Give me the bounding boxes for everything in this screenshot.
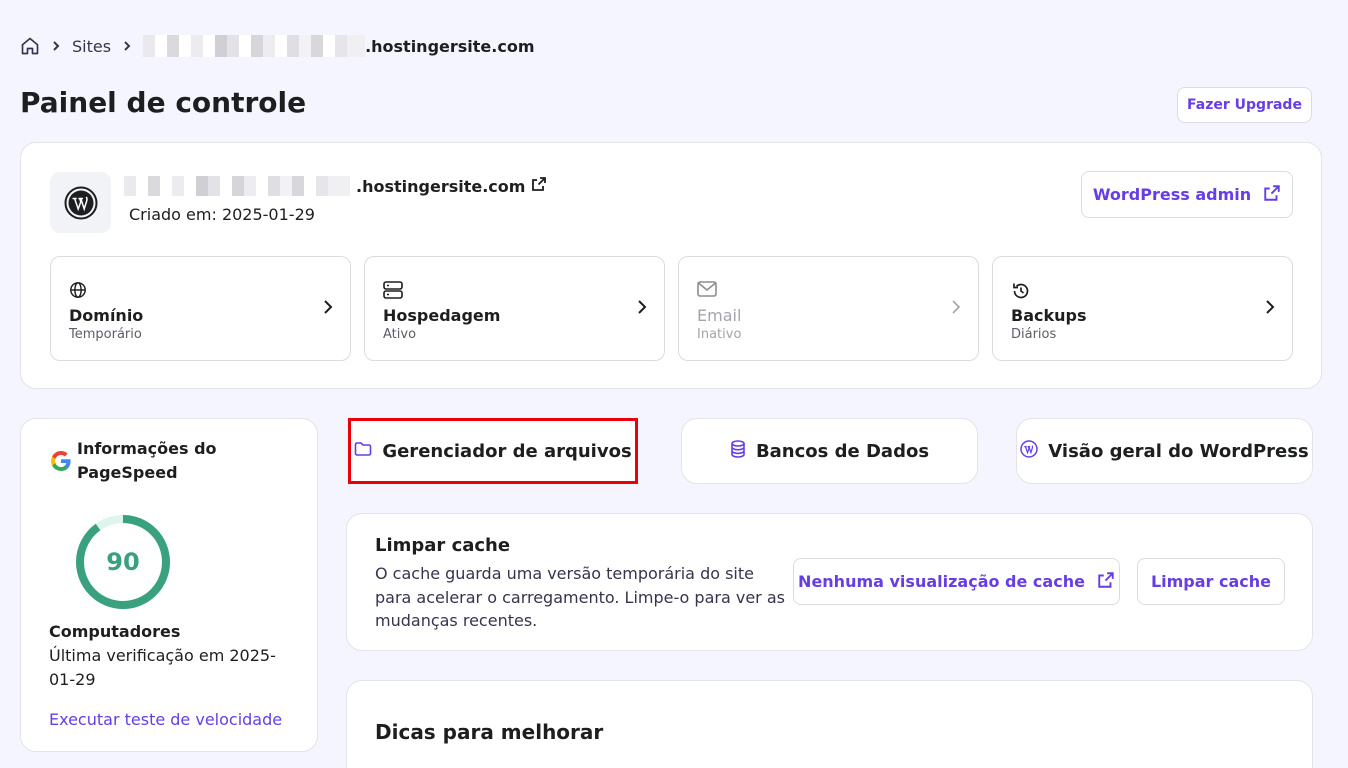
breadcrumb: Sites .hostingersite.com — [20, 34, 535, 58]
pagespeed-device: Computadores — [49, 622, 181, 641]
breadcrumb-sites-link[interactable]: Sites — [72, 37, 111, 56]
wordpress-logo-icon — [50, 172, 111, 233]
clear-cache-button[interactable]: Limpar cache — [1137, 558, 1285, 605]
external-link-icon — [531, 176, 547, 196]
tile-backups[interactable]: Backups Diários — [992, 256, 1293, 361]
chevron-right-icon — [1264, 299, 1276, 319]
tile-email-name: Email — [697, 306, 742, 325]
run-speed-test-link[interactable]: Executar teste de velocidade — [49, 710, 282, 729]
pagespeed-card: Informações do PageSpeed 90 Computadores… — [20, 418, 318, 752]
tile-backups-name: Backups — [1011, 306, 1087, 325]
site-overview-card: .hostingersite.com Criado em: 2025-01-29… — [20, 142, 1322, 389]
wordpress-overview-button[interactable]: Visão geral do WordPress — [1016, 418, 1313, 484]
tile-email-status: Inativo — [697, 327, 742, 342]
upgrade-button[interactable]: Fazer Upgrade — [1177, 87, 1312, 123]
tile-hosting[interactable]: Hospedagem Ativo — [364, 256, 665, 361]
site-created-date: Criado em: 2025-01-29 — [129, 205, 315, 224]
folder-icon — [354, 441, 372, 462]
tips-card: Dicas para melhorar — [346, 680, 1313, 768]
site-domain-suffix: .hostingersite.com — [356, 176, 526, 196]
external-link-icon — [1263, 184, 1281, 206]
history-icon — [1011, 281, 1031, 305]
pagespeed-last-check: Última verificação em 2025-01-29 — [49, 646, 276, 689]
mail-icon — [697, 281, 717, 301]
external-link-icon — [1097, 571, 1115, 593]
tile-backups-status: Diários — [1011, 327, 1057, 342]
wordpress-icon — [1020, 439, 1039, 463]
cache-preview-button[interactable]: Nenhuma visualização de cache — [793, 558, 1120, 605]
databases-button[interactable]: Bancos de Dados — [681, 418, 978, 484]
tile-email[interactable]: Email Inativo — [678, 256, 979, 361]
globe-icon — [69, 281, 87, 303]
breadcrumb-current-site: .hostingersite.com — [143, 35, 535, 57]
google-logo-icon — [50, 451, 71, 475]
wordpress-admin-button[interactable]: WordPress admin — [1081, 171, 1293, 218]
home-icon[interactable] — [20, 36, 40, 56]
breadcrumb-domain-suffix: .hostingersite.com — [365, 36, 535, 56]
database-icon — [730, 439, 746, 463]
chevron-right-icon — [636, 299, 648, 319]
redacted-domain — [124, 176, 350, 196]
chevron-right-icon — [121, 40, 133, 52]
file-manager-button[interactable]: Gerenciador de arquivos — [348, 418, 638, 484]
site-domain-link[interactable]: .hostingersite.com — [124, 176, 547, 196]
cache-card: Limpar cache O cache guarda uma versão t… — [346, 513, 1313, 651]
cache-description: O cache guarda uma versão temporária do … — [375, 564, 785, 630]
tile-domain-status: Temporário — [69, 327, 142, 342]
file-manager-label: Gerenciador de arquivos — [382, 440, 632, 462]
chevron-right-icon — [950, 299, 962, 319]
redacted-domain — [143, 35, 366, 57]
tips-title: Dicas para melhorar — [375, 720, 604, 744]
server-icon — [383, 281, 403, 303]
wordpress-admin-label: WordPress admin — [1092, 185, 1252, 204]
pagespeed-title: Informações do PageSpeed — [77, 439, 217, 482]
chevron-right-icon — [50, 40, 62, 52]
page-title: Painel de controle — [20, 86, 307, 119]
databases-label: Bancos de Dados — [755, 440, 930, 462]
cache-title: Limpar cache — [375, 535, 511, 556]
chevron-right-icon — [322, 299, 334, 319]
cache-preview-label: Nenhuma visualização de cache — [798, 572, 1085, 591]
tile-hosting-status: Ativo — [383, 327, 417, 342]
pagespeed-score: 90 — [106, 548, 140, 576]
wordpress-overview-label: Visão geral do WordPress — [1048, 440, 1309, 462]
tile-domain[interactable]: Domínio Temporário — [50, 256, 351, 361]
tile-hosting-name: Hospedagem — [383, 306, 501, 325]
tile-domain-name: Domínio — [69, 306, 144, 325]
